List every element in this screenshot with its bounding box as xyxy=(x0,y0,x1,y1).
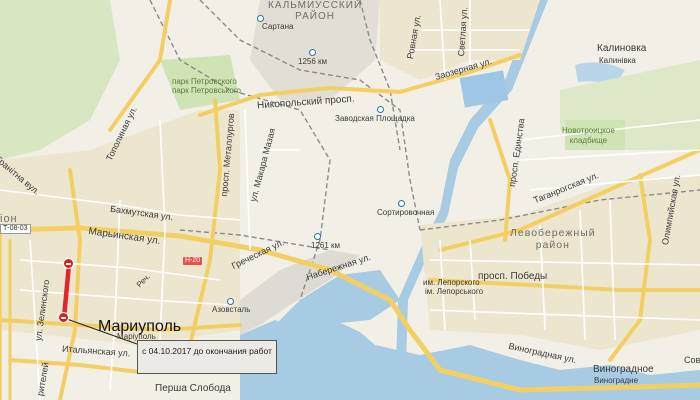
district-levoberezhny-text: Левобережный район xyxy=(510,227,596,251)
closure-notice: с 04.10.2017 до окончания работ xyxy=(137,340,277,374)
closure-start-marker[interactable] xyxy=(63,258,74,269)
village-sartana: Сартана xyxy=(262,22,294,31)
park-label-ua: парк Петровського xyxy=(172,86,242,95)
station-zavodskaya-icon[interactable] xyxy=(377,106,384,113)
station-azovstal-icon[interactable] xyxy=(227,298,234,305)
village-kalinivka: Калинівка xyxy=(599,56,636,65)
village-kalinovka: Калиновка xyxy=(597,43,647,54)
district-kalmiusskiy-label: КАЛЬМИУССКИЙ РАЙОН xyxy=(268,0,362,22)
street-pobedy: просп. Победы xyxy=(478,271,548,282)
village-staraya-sloboda: Перша Слобода xyxy=(155,383,231,394)
district-levoberezhny-label: Левобережный район xyxy=(510,227,596,251)
station-sartana-icon[interactable] xyxy=(257,15,264,22)
cemetery-text: Новотроицкое кладбище xyxy=(562,126,615,145)
road-shield-n20: Н-20 xyxy=(183,257,203,265)
station-1261-icon[interactable] xyxy=(314,233,321,240)
road-shield-t0803: Т-08-03 xyxy=(0,224,31,234)
village-vinogradne: Виноградне xyxy=(594,376,639,385)
closure-end-marker[interactable] xyxy=(58,312,69,323)
station-sortirovochnaya-icon[interactable] xyxy=(398,200,405,207)
station-sortirovochnaya-label: Сортировочная xyxy=(377,208,435,217)
station-1256-icon[interactable] xyxy=(309,49,316,56)
map-view[interactable]: с 04.10.2017 до окончания работ КАЛЬМИУС… xyxy=(0,0,700,400)
village-vinogradnoe: Виноградное xyxy=(593,364,654,375)
green-west xyxy=(0,0,120,160)
station-zavodskaya-label: Заводская Площадка xyxy=(335,114,415,123)
station-1256-label: 1256 км xyxy=(298,57,328,66)
village-sov: Сов xyxy=(684,355,700,365)
district-kalmiusskiy-text: КАЛЬМИУССКИЙ РАЙОН xyxy=(268,0,363,22)
cemetery-label: Новотроицкое кладбище xyxy=(562,126,615,146)
city-name-ua: Маріуполь xyxy=(117,332,156,341)
station-1261-label: 1261 км xyxy=(311,241,341,250)
map-canvas xyxy=(0,0,700,400)
station-azovstal-label: Азовсталь xyxy=(212,305,251,314)
leporskogo-label-ua: ім. Лепорського xyxy=(425,287,484,296)
